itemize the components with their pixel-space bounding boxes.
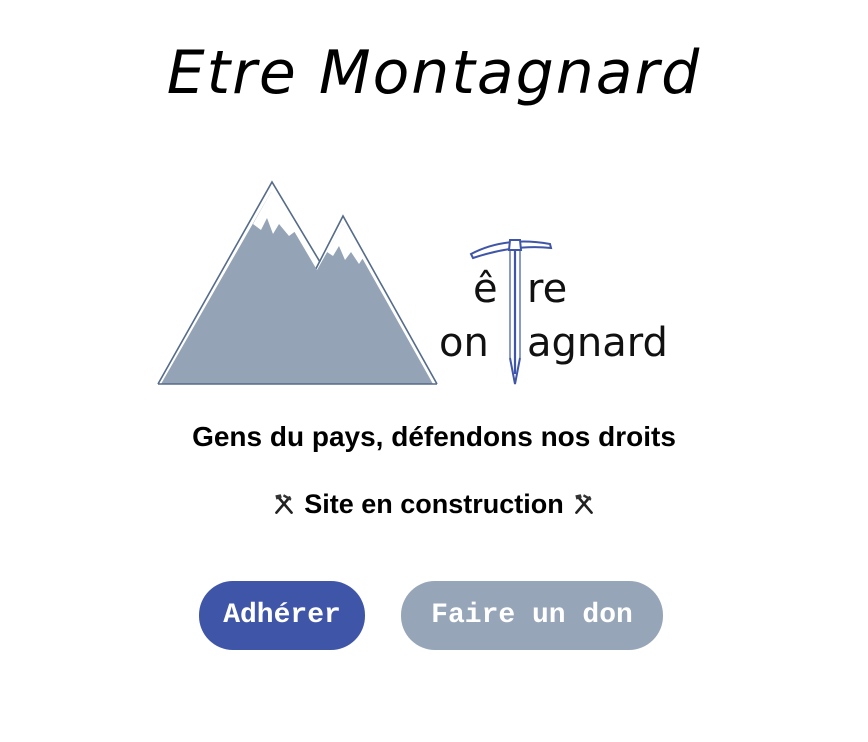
construction-notice: Site en construction bbox=[0, 489, 868, 520]
tagline: Gens du pays, défendons nos droits bbox=[192, 421, 676, 452]
site-logo: ê re on agnard bbox=[155, 178, 705, 390]
join-button[interactable]: Adhérer bbox=[199, 581, 365, 650]
construction-text: Site en construction bbox=[304, 489, 564, 519]
mountain-logo-icon: ê re on agnard bbox=[157, 180, 668, 385]
logo-text-line1a: ê bbox=[473, 266, 498, 312]
hammer-pick-icon bbox=[571, 491, 597, 517]
hammer-pick-icon bbox=[271, 491, 297, 517]
logo-text-line2a: on bbox=[439, 320, 489, 366]
page-title: Etre Montagnard bbox=[166, 38, 702, 108]
logo-text-line1b: re bbox=[527, 266, 567, 312]
logo-text-line2b: agnard bbox=[527, 320, 668, 366]
donate-button[interactable]: Faire un don bbox=[401, 581, 663, 650]
action-buttons: Adhérer Faire un don bbox=[0, 581, 868, 650]
